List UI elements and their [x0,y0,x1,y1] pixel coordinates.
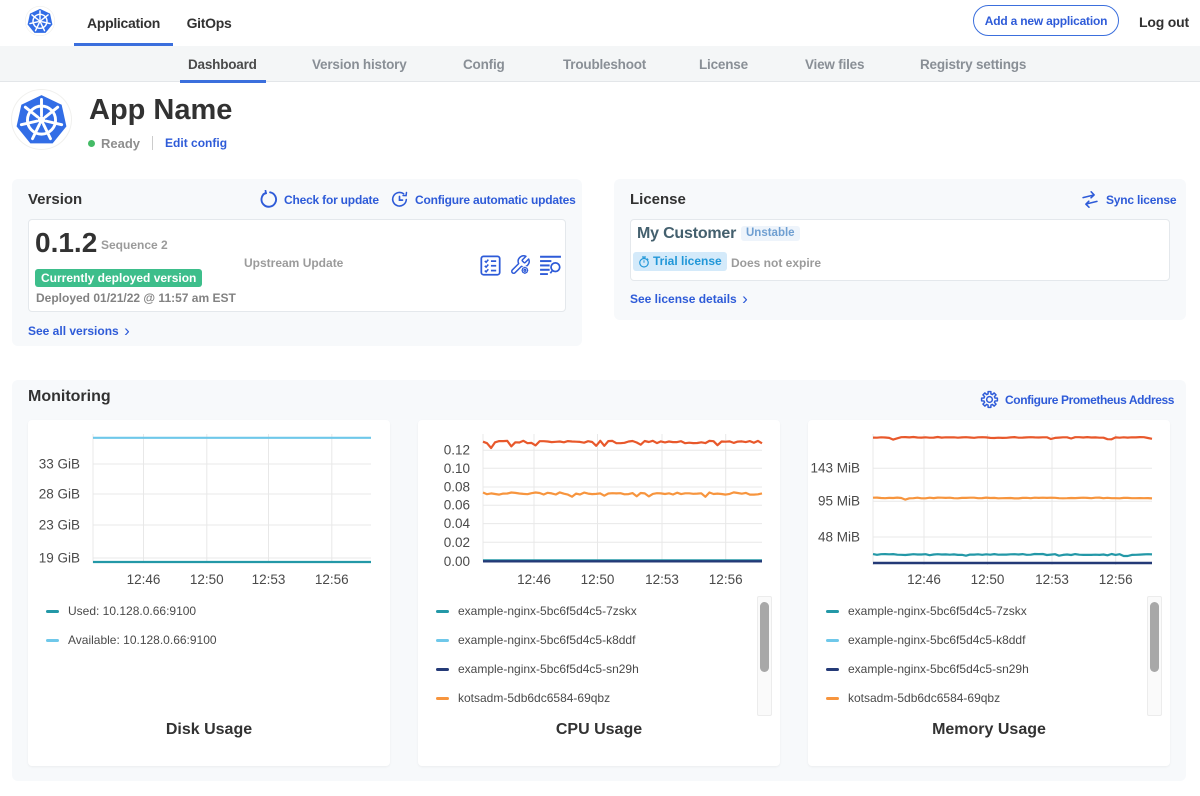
svg-text:12:56: 12:56 [1099,572,1133,587]
svg-text:19 GiB: 19 GiB [39,551,80,566]
svg-text:12:46: 12:46 [907,572,941,587]
svg-text:12:46: 12:46 [517,572,551,587]
svg-text:0.06: 0.06 [444,498,470,513]
svg-text:0.04: 0.04 [444,516,471,531]
svg-text:48 MiB: 48 MiB [818,530,860,545]
svg-text:12:53: 12:53 [1035,572,1069,587]
svg-text:28 GiB: 28 GiB [39,487,80,502]
svg-text:23 GiB: 23 GiB [39,518,80,533]
svg-text:12:56: 12:56 [709,572,743,587]
svg-text:95 MiB: 95 MiB [818,494,860,509]
svg-text:12:56: 12:56 [315,572,349,587]
svg-text:12:53: 12:53 [645,572,679,587]
svg-text:33 GiB: 33 GiB [39,457,80,472]
svg-text:143 MiB: 143 MiB [810,461,860,476]
svg-text:0.10: 0.10 [444,461,470,476]
svg-text:12:53: 12:53 [252,572,286,587]
svg-text:0.00: 0.00 [444,554,470,569]
svg-text:0.08: 0.08 [444,480,470,495]
svg-text:0.12: 0.12 [444,443,470,458]
svg-text:0.02: 0.02 [444,535,470,550]
svg-text:12:46: 12:46 [127,572,161,587]
svg-text:12:50: 12:50 [190,572,224,587]
svg-text:12:50: 12:50 [581,572,615,587]
svg-text:12:50: 12:50 [971,572,1005,587]
